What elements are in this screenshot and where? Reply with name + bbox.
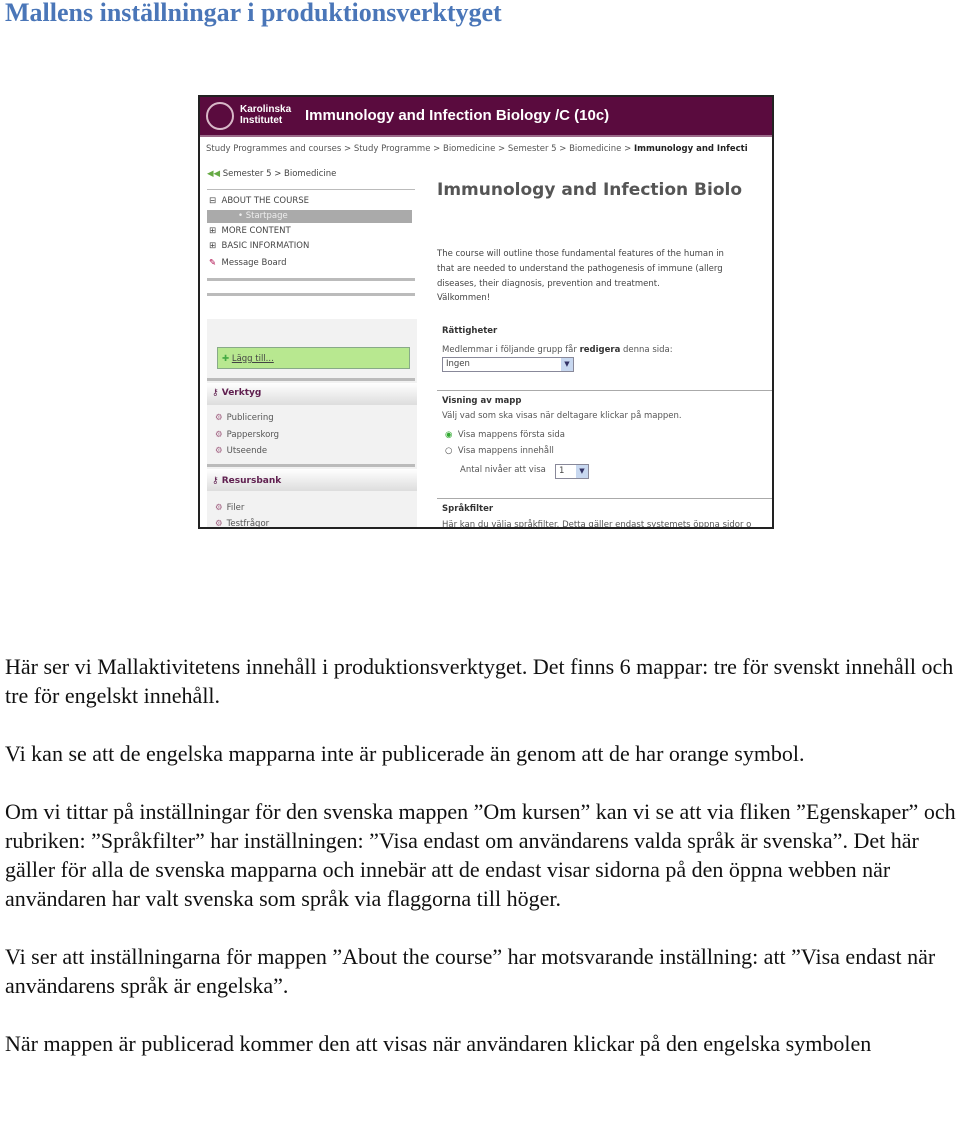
logo-text: Karolinska Institutet bbox=[240, 104, 292, 126]
gear-icon: ⚙ bbox=[215, 446, 223, 456]
breadcrumb-current: Immunology and Infecti bbox=[633, 144, 748, 154]
menu-more-content[interactable]: ⊞ MORE CONTENT bbox=[209, 226, 291, 236]
page-title: Mallens inställningar i produktionsverkt… bbox=[5, 0, 502, 27]
menu-message-board[interactable]: ✎ Message Board bbox=[209, 258, 286, 268]
menu-startpage[interactable]: • Startpage bbox=[238, 211, 288, 221]
course-title: Immunology and Infection Biology /C (10c… bbox=[305, 107, 610, 124]
rights-select[interactable]: Ingen ▼ bbox=[442, 357, 574, 372]
resource-filer[interactable]: ⚙ Filer bbox=[215, 503, 244, 513]
content-title: Immunology and Infection Biolo bbox=[437, 180, 743, 200]
karolinska-seal-icon bbox=[206, 102, 234, 130]
breadcrumb-link[interactable]: Biomedicine bbox=[443, 144, 495, 154]
chevron-down-icon: ▼ bbox=[561, 358, 573, 371]
back-link[interactable]: Semester 5 > Biomedicine bbox=[223, 169, 337, 179]
breadcrumb-link[interactable]: Semester 5 bbox=[508, 144, 557, 154]
body-text: Här ser vi Mallaktivitetens innehåll i p… bbox=[5, 652, 960, 1087]
radio-contents[interactable]: ○ Visa mappens innehåll bbox=[445, 446, 554, 456]
tools-header: ⚷ Verktyg bbox=[212, 388, 262, 398]
back-arrow-icon: ◀◀ bbox=[207, 169, 221, 179]
breadcrumb-link[interactable]: Study Programme bbox=[354, 144, 431, 154]
tool-utseende[interactable]: ⚙ Utseende bbox=[215, 446, 267, 456]
pin-icon: ✎ bbox=[209, 258, 217, 268]
rights-heading: Rättigheter bbox=[442, 326, 498, 336]
gear-icon: ⚙ bbox=[215, 430, 223, 440]
paragraph: Vi kan se att de engelska mapparna inte … bbox=[5, 741, 805, 766]
embedded-screenshot: Karolinska Institutet Immunology and Inf… bbox=[198, 95, 774, 529]
language-filter-text: Här kan du välja språkfilter. Detta gäll… bbox=[442, 520, 752, 529]
menu-about[interactable]: ⊟ ABOUT THE COURSE bbox=[209, 196, 309, 206]
language-filter-heading: Språkfilter bbox=[442, 504, 494, 514]
resource-testfragor[interactable]: ⚙ Testfrågor bbox=[215, 519, 269, 529]
key-icon: ⚷ bbox=[212, 388, 219, 398]
chevron-down-icon: ▼ bbox=[576, 465, 588, 478]
gear-icon: ⚙ bbox=[215, 413, 223, 423]
plus-box-icon: ⊞ bbox=[209, 241, 217, 251]
key-icon: ⚷ bbox=[212, 476, 219, 486]
levels-label: Antal nivåer att visa bbox=[460, 465, 546, 475]
view-heading: Visning av mapp bbox=[442, 396, 522, 406]
gear-icon: ⚙ bbox=[215, 503, 223, 513]
tool-papperskorg[interactable]: ⚙ Papperskorg bbox=[215, 430, 279, 440]
levels-select[interactable]: 1 ▼ bbox=[555, 464, 589, 479]
radio-unchecked-icon: ○ bbox=[445, 446, 453, 456]
rights-label: Medlemmar i följande grupp får redigera … bbox=[442, 345, 673, 355]
paragraph: Här ser vi Mallaktivitetens innehåll i p… bbox=[5, 654, 954, 708]
minus-box-icon: ⊟ bbox=[209, 196, 217, 206]
paragraph: När mappen är publicerad kommer den att … bbox=[5, 1031, 872, 1056]
add-button[interactable]: ✚ Lägg till... bbox=[217, 347, 410, 369]
breadcrumb-link[interactable]: Biomedicine bbox=[569, 144, 621, 154]
menu-basic-information[interactable]: ⊞ BASIC INFORMATION bbox=[209, 241, 309, 251]
plus-box-icon: ⊞ bbox=[209, 226, 217, 236]
bullet-icon: • bbox=[238, 211, 244, 221]
breadcrumb-link[interactable]: Study Programmes and courses bbox=[206, 144, 341, 154]
breadcrumb: Study Programmes and courses > Study Pro… bbox=[206, 144, 748, 154]
resources-header: ⚷ Resursbank bbox=[212, 476, 282, 486]
paragraph: Vi ser att inställningarna för mappen ”A… bbox=[5, 944, 936, 998]
view-label: Välj vad som ska visas när deltagare kli… bbox=[442, 411, 682, 421]
plus-icon: ✚ bbox=[222, 354, 230, 364]
tool-publicering[interactable]: ⚙ Publicering bbox=[215, 413, 274, 423]
paragraph: Om vi tittar på inställningar för den sv… bbox=[5, 799, 956, 911]
radio-checked-icon: ◉ bbox=[445, 430, 453, 440]
intro-text: The course will outline those fundamenta… bbox=[437, 249, 724, 303]
gear-icon: ⚙ bbox=[215, 519, 223, 529]
radio-first-page[interactable]: ◉ Visa mappens första sida bbox=[445, 430, 565, 440]
